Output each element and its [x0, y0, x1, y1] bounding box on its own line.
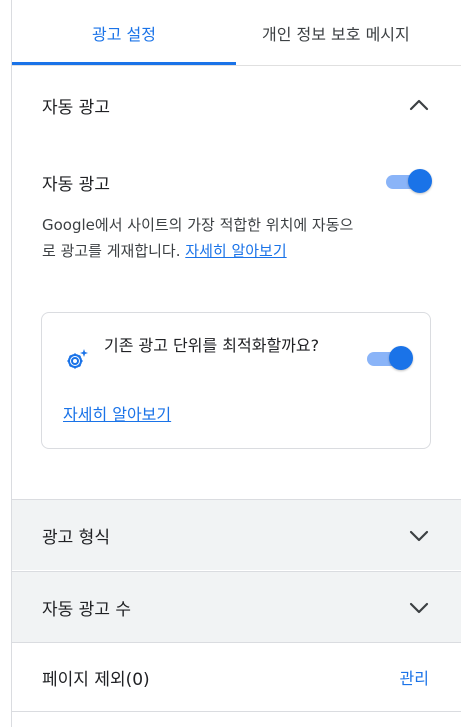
ad-load-section-header[interactable]: 자동 광고 수: [12, 572, 461, 643]
chevron-down-icon[interactable]: [407, 596, 431, 620]
tab-ad-settings-label: 광고 설정: [92, 25, 156, 44]
auto-ads-toggle-knob: [408, 169, 432, 193]
ad-formats-section-title: 광고 형식: [42, 528, 110, 548]
tab-ad-settings[interactable]: 광고 설정: [12, 0, 236, 66]
optimize-toggle-knob: [389, 346, 413, 370]
ad-formats-section[interactable]: 광고 형식: [12, 499, 461, 570]
tab-privacy-messages-label: 개인 정보 보호 메시지: [262, 25, 410, 44]
chevron-up-icon[interactable]: [407, 93, 431, 117]
tab-bar: 광고 설정 개인 정보 보호 메시지: [12, 0, 461, 66]
manage-exclusions-link[interactable]: 관리: [400, 665, 429, 689]
active-tab-indicator: [12, 62, 236, 65]
optimize-existing-units-card: 기존 광고 단위를 최적화할까요? 자세히 알아보기: [41, 312, 431, 449]
tab-privacy-messages[interactable]: 개인 정보 보호 메시지: [236, 0, 461, 66]
page-exclusions-row: 페이지 제외(0) 관리: [12, 642, 461, 712]
left-rail-divider: [0, 0, 12, 727]
optimize-learn-more-link[interactable]: 자세히 알아보기: [63, 401, 171, 425]
ad-settings-panel-frame: 광고 설정 개인 정보 보호 메시지 자동 광고 자동 광고 Google에서 …: [0, 0, 461, 727]
optimize-existing-units-text: 기존 광고 단위를 최적화할까요?: [104, 336, 320, 355]
chevron-down-icon[interactable]: [407, 524, 431, 548]
page-exclusions-label: 페이지 제외(0): [42, 669, 150, 690]
ad-formats-section-header[interactable]: 광고 형식: [12, 500, 461, 571]
auto-ads-description: Google에서 사이트의 가장 적합한 위치에 자동으로 광고를 게재합니다.…: [42, 212, 362, 264]
optimize-existing-units-toggle[interactable]: [365, 346, 413, 370]
gear-sparkle-icon: [64, 347, 90, 373]
ad-load-section-title: 자동 광고 수: [42, 600, 132, 620]
auto-ads-section-title: 자동 광고: [42, 97, 110, 118]
auto-ads-toggle-label: 자동 광고: [42, 175, 110, 195]
auto-ads-toggle[interactable]: [384, 169, 432, 193]
ad-settings-panel: 광고 설정 개인 정보 보호 메시지 자동 광고 자동 광고 Google에서 …: [12, 0, 461, 727]
auto-ads-learn-more-link[interactable]: 자세히 알아보기: [185, 242, 286, 260]
auto-ads-section-header[interactable]: 자동 광고: [12, 70, 461, 140]
ad-load-section[interactable]: 자동 광고 수: [12, 571, 461, 642]
